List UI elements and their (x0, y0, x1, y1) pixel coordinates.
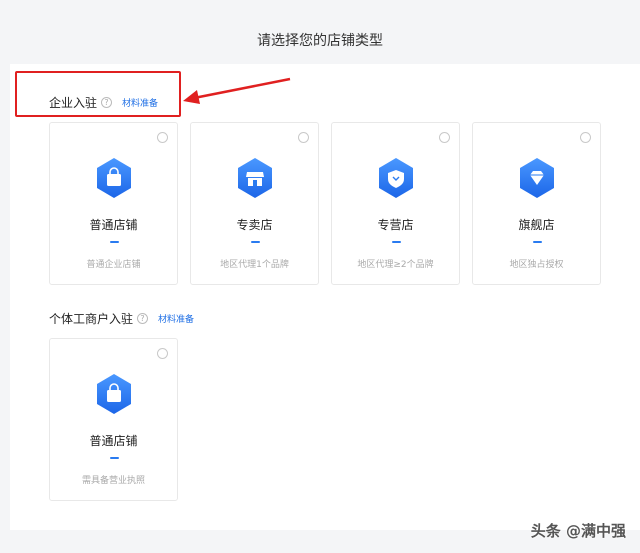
shop-card-name: 专营店 (377, 218, 414, 232)
shop-card-name: 旗舰店 (518, 218, 555, 232)
shop-card-flagship[interactable]: 旗舰店 地区独占授权 (472, 122, 601, 285)
individual-section-title: 个体工商户入驻 (49, 312, 134, 326)
individual-material-link[interactable]: 材料准备 (158, 312, 194, 325)
radio-button[interactable] (157, 348, 168, 359)
shop-card-desc: 地区独占授权 (509, 260, 564, 270)
shop-card-name: 普通店铺 (89, 434, 138, 448)
diamond-icon (520, 158, 554, 198)
annotation-arrow-icon (183, 77, 291, 104)
page-title: 请选择您的店铺类型 (257, 33, 383, 49)
radio-button[interactable] (298, 132, 309, 143)
shield-badge-icon (379, 158, 413, 198)
individual-section-header: 个体工商户入驻 ? 材料准备 (49, 310, 194, 327)
shop-card-desc: 普通企业店铺 (86, 260, 141, 270)
accent-bar (110, 457, 119, 459)
shop-card-normal[interactable]: 普通店铺 普通企业店铺 (49, 122, 178, 285)
shop-card-exclusive[interactable]: 专卖店 地区代理1个品牌 (190, 122, 319, 285)
shopping-bag-icon (97, 158, 131, 198)
radio-button[interactable] (580, 132, 591, 143)
shop-card-desc: 地区代理≥2个品牌 (357, 260, 434, 270)
accent-bar (392, 241, 401, 243)
shop-card-desc: 地区代理1个品牌 (220, 260, 289, 270)
radio-button[interactable] (157, 132, 168, 143)
shop-card-desc: 需具备营业执照 (81, 476, 145, 486)
shop-card-specialty[interactable]: 专营店 地区代理≥2个品牌 (331, 122, 460, 285)
storefront-icon (238, 158, 272, 198)
accent-bar (110, 241, 119, 243)
shop-card-name: 普通店铺 (89, 218, 138, 232)
accent-bar (251, 241, 260, 243)
shop-card-name: 专卖店 (236, 218, 273, 232)
accent-bar (533, 241, 542, 243)
shopping-bag-icon (97, 374, 131, 414)
watermark: 头条 @满中强 (530, 522, 626, 540)
radio-button[interactable] (439, 132, 450, 143)
annotation-highlight-box (15, 71, 181, 117)
question-circle-icon[interactable]: ? (137, 313, 149, 324)
shop-card-individual-normal[interactable]: 普通店铺 需具备营业执照 (49, 338, 178, 501)
